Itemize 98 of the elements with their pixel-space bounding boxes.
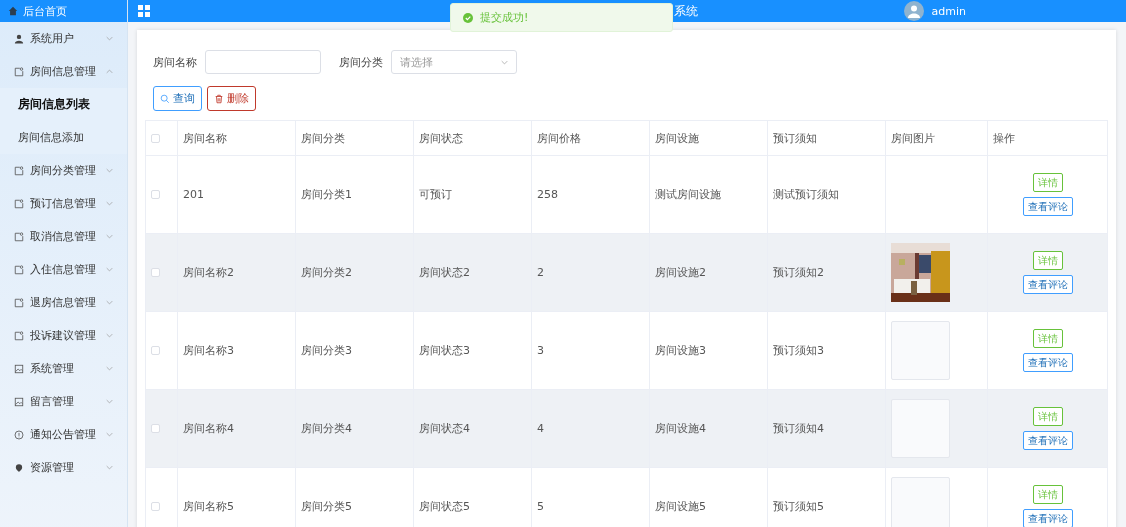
table-cell: 房间状态2 — [413, 233, 532, 312]
document-icon — [14, 264, 24, 275]
reviews-button[interactable]: 查看评论 — [1022, 197, 1073, 216]
sidebar-item[interactable]: 取消信息管理 — [0, 220, 127, 253]
column-header: 操作 — [987, 120, 1108, 156]
chevron-icon — [106, 300, 113, 305]
table-cell: 房间设施3 — [649, 311, 768, 390]
table-cell: 房间分类1 — [295, 155, 414, 234]
trash-icon — [214, 93, 224, 104]
table-cell: 201 — [177, 155, 296, 234]
table-cell: 预订须知2 — [767, 233, 886, 312]
table-cell: 房间分类3 — [295, 311, 414, 390]
document-icon — [14, 297, 24, 308]
sidebar-item[interactable]: 系统用户 — [0, 22, 127, 55]
filter-label: 房间分类 — [339, 54, 383, 70]
column-header: 预订须知 — [767, 120, 886, 156]
search-button[interactable]: 查询 — [153, 86, 202, 111]
chevron-icon — [106, 432, 113, 437]
row-checkbox[interactable] — [151, 190, 160, 199]
table-cell: 房间名称3 — [177, 311, 296, 390]
sidebar-item[interactable]: 预订信息管理 — [0, 187, 127, 220]
document-icon — [14, 231, 24, 242]
image-icon — [14, 396, 24, 407]
reviews-button[interactable]: 查看评论 — [1022, 353, 1073, 372]
document-icon — [14, 330, 24, 341]
sidebar-item[interactable]: 留言管理 — [0, 385, 127, 418]
chevron-icon — [106, 399, 113, 404]
user-icon — [14, 33, 24, 44]
search-icon — [160, 93, 170, 104]
table-cell: 房间名称2 — [177, 233, 296, 312]
select-all-checkbox[interactable] — [151, 133, 160, 143]
chevron-icon — [106, 201, 113, 206]
filter-label: 房间名称 — [153, 54, 197, 70]
column-header: 房间设施 — [649, 120, 768, 156]
chevron-icon — [106, 69, 113, 74]
pin-icon — [14, 462, 24, 473]
avatar-icon[interactable] — [903, 1, 924, 21]
chevron-icon — [106, 168, 113, 173]
check-icon — [463, 12, 473, 23]
row-checkbox[interactable] — [151, 424, 160, 433]
table-cell: 房间设施2 — [649, 233, 768, 312]
table-cell: 房间设施4 — [649, 389, 768, 468]
category-select[interactable]: 请选择 — [391, 50, 517, 74]
table-cell: 258 — [531, 155, 650, 234]
reviews-button[interactable]: 查看评论 — [1022, 431, 1073, 450]
column-header: 房间分类 — [295, 120, 414, 156]
table-cell: 房间分类4 — [295, 389, 414, 468]
image-placeholder — [891, 321, 950, 380]
table-cell: 房间分类2 — [295, 233, 414, 312]
table-cell: 房间状态4 — [413, 389, 532, 468]
row-checkbox[interactable] — [151, 268, 160, 277]
table-cell: 预订须知3 — [767, 311, 886, 390]
chevron-icon — [106, 267, 113, 272]
sidebar-item[interactable]: 入住信息管理 — [0, 253, 127, 286]
sidebar-item[interactable]: 系统管理 — [0, 352, 127, 385]
toast-message: 提交成功! — [480, 10, 529, 25]
table-cell: 2 — [531, 233, 650, 312]
app-title: 系统 — [674, 3, 698, 20]
column-header: 房间名称 — [177, 120, 296, 156]
document-icon — [14, 66, 24, 77]
delete-button[interactable]: 删除 — [207, 86, 256, 111]
column-header: 房间图片 — [885, 120, 988, 156]
submenu-item[interactable]: 房间信息列表 — [0, 88, 127, 121]
table-cell: 房间状态3 — [413, 311, 532, 390]
row-checkbox[interactable] — [151, 346, 160, 355]
table-cell: 预订须知4 — [767, 389, 886, 468]
image-icon — [14, 363, 24, 374]
sidebar-item[interactable]: 资源管理 — [0, 451, 127, 484]
user-name[interactable]: admin — [931, 4, 966, 18]
column-header: 房间价格 — [531, 120, 650, 156]
chevron-icon — [106, 366, 113, 371]
table-cell: 4 — [531, 389, 650, 468]
reviews-button[interactable]: 查看评论 — [1022, 275, 1073, 294]
document-icon — [14, 198, 24, 209]
sidebar-item[interactable]: 房间分类管理 — [0, 154, 127, 187]
sidebar-item[interactable]: 房间信息管理 — [0, 55, 127, 88]
column-header: 房间状态 — [413, 120, 532, 156]
document-icon — [14, 165, 24, 176]
sidebar-item[interactable]: 通知公告管理 — [0, 418, 127, 451]
chevron-icon — [106, 333, 113, 338]
table-cell: 测试房间设施 — [649, 155, 768, 234]
home-icon[interactable] — [8, 6, 18, 16]
submenu-item[interactable]: 房间信息添加 — [0, 121, 127, 154]
table-cell: 可预订 — [413, 155, 532, 234]
chevron-icon — [106, 465, 113, 470]
table-cell: 3 — [531, 311, 650, 390]
chevron-icon — [106, 36, 113, 41]
chevron-icon — [501, 59, 508, 65]
table-cell: 测试预订须知 — [767, 155, 886, 234]
info-icon — [14, 429, 24, 440]
sidebar-item[interactable]: 退房信息管理 — [0, 286, 127, 319]
reviews-button[interactable]: 查看评论 — [1022, 509, 1073, 527]
sidebar-item[interactable]: 投诉建议管理 — [0, 319, 127, 352]
table-cell: 房间名称4 — [177, 389, 296, 468]
grid-icon[interactable] — [138, 5, 150, 17]
name-input-field[interactable] — [205, 50, 321, 74]
chevron-icon — [106, 234, 113, 239]
row-checkbox[interactable] — [151, 502, 160, 511]
